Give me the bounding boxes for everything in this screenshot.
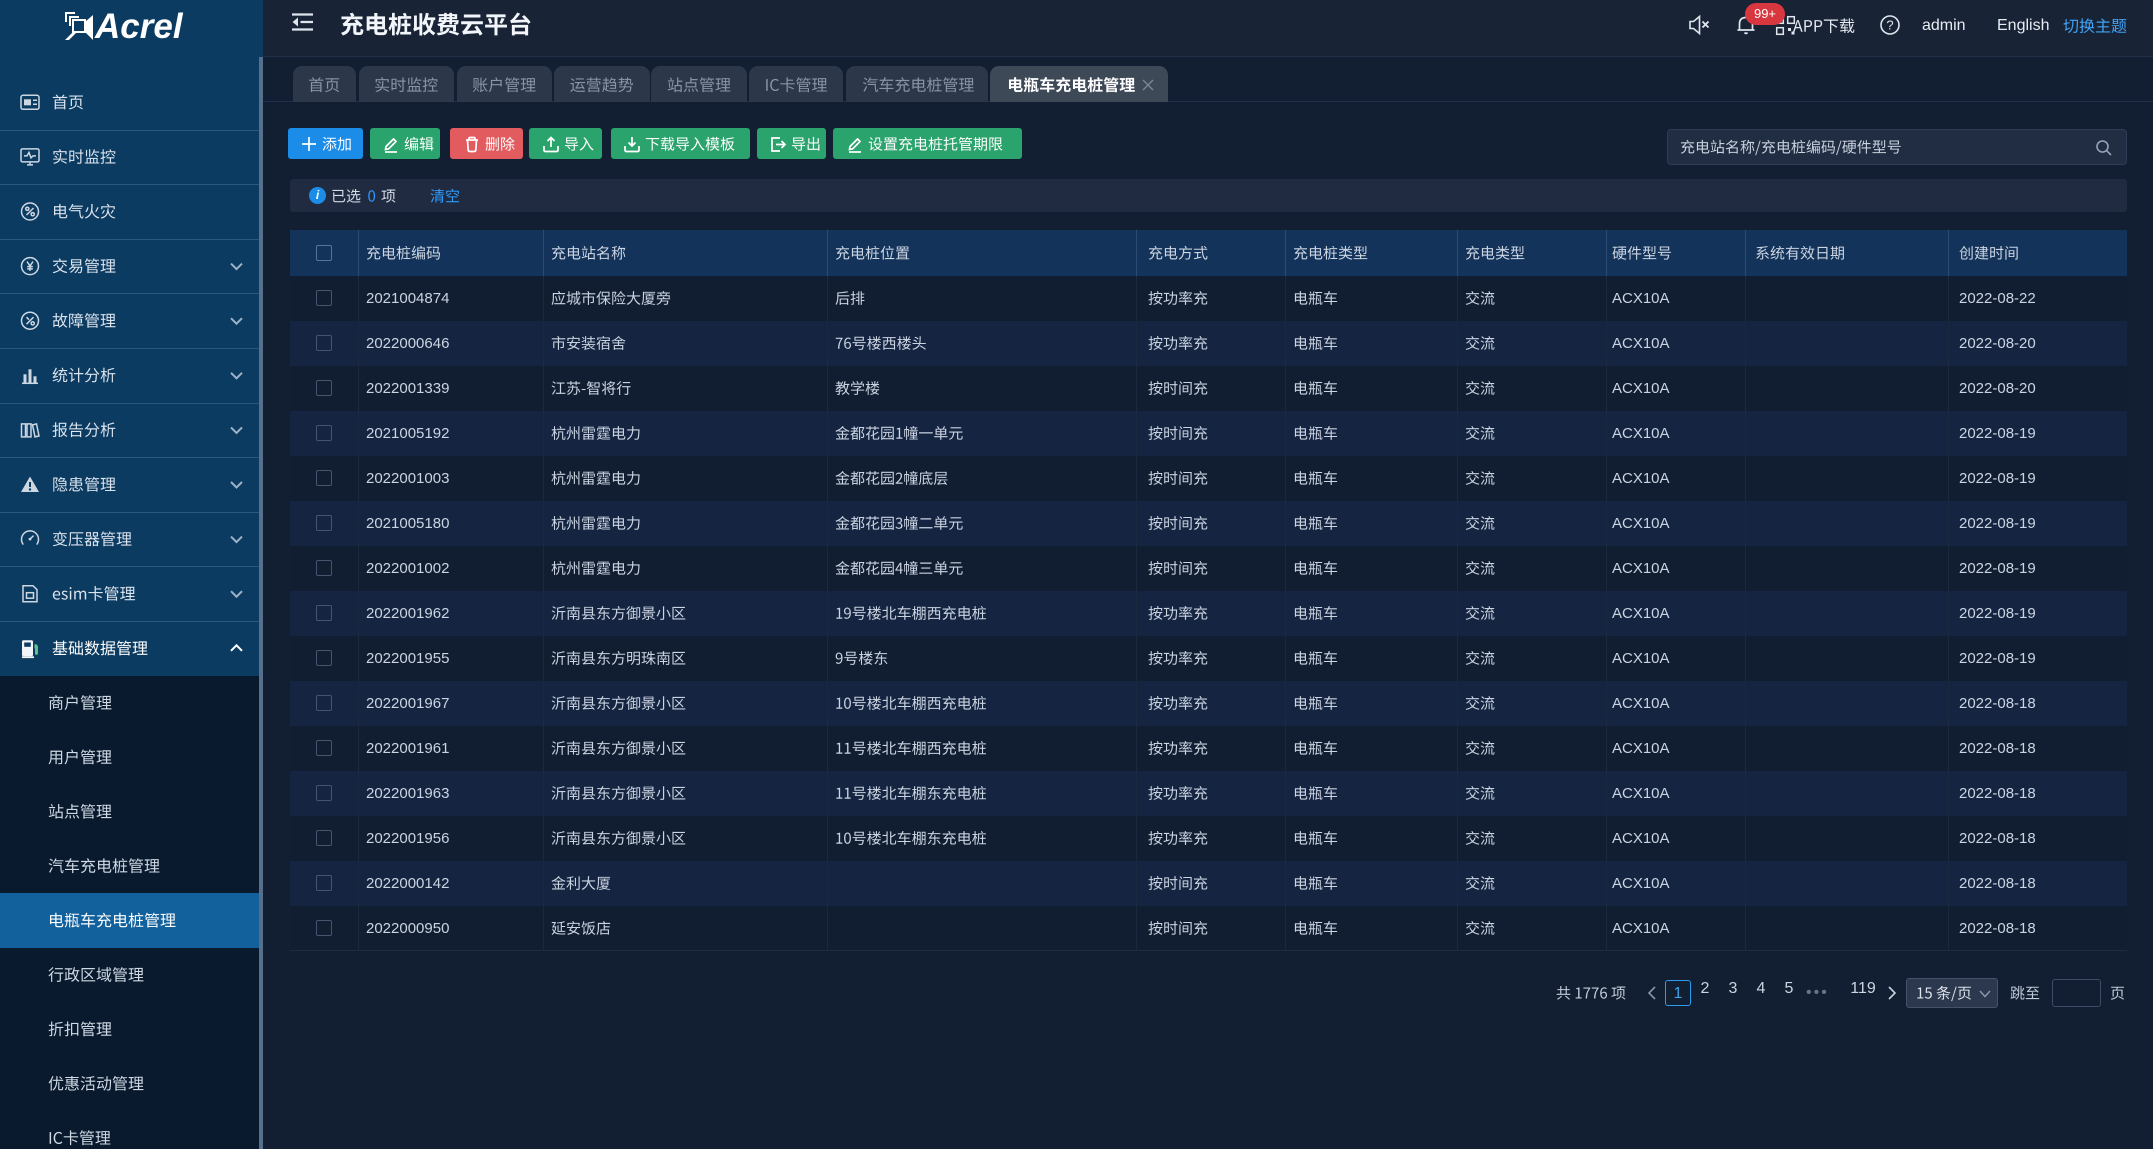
svg-text:?: ? — [1886, 18, 1893, 33]
